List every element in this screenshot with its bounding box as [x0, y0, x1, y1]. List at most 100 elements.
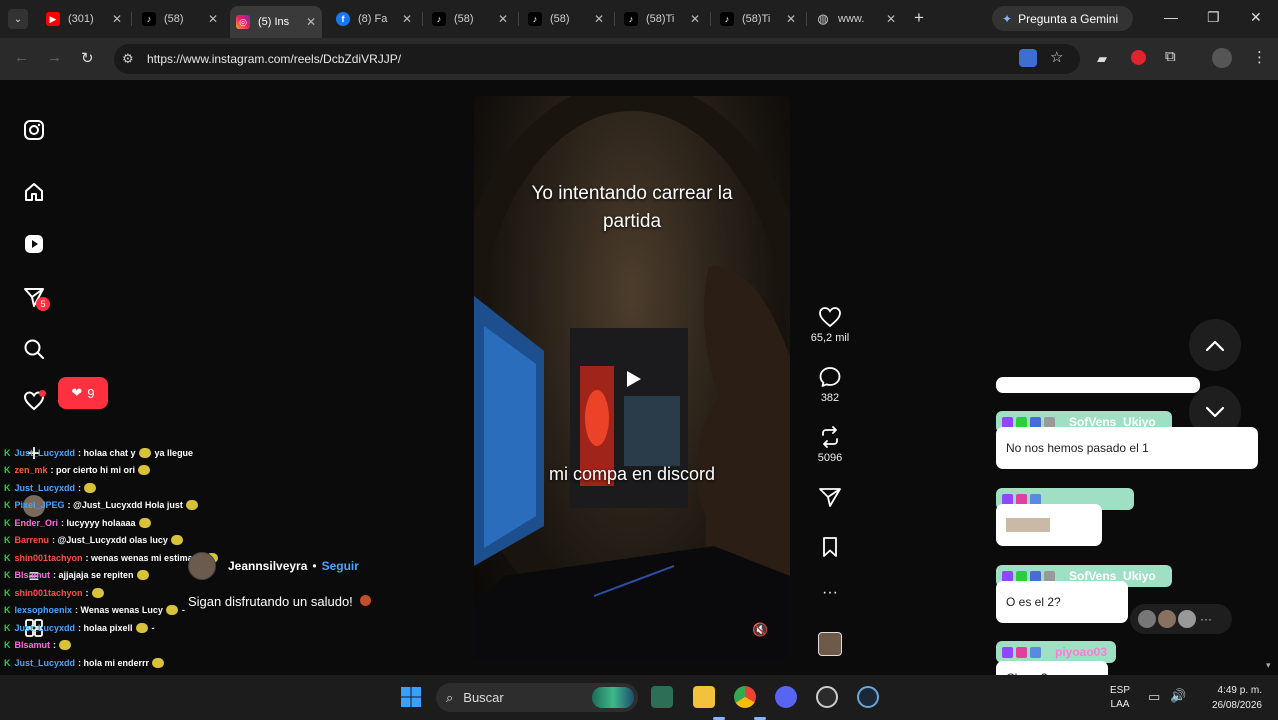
previous-reel-button[interactable]: [1189, 319, 1241, 371]
instagram-logo-icon[interactable]: [22, 118, 46, 142]
tab-tiktok[interactable]: ♪ (58)Ti ✕: [618, 6, 706, 32]
close-icon[interactable]: ✕: [886, 12, 896, 26]
steam-icon[interactable]: [857, 686, 879, 708]
profile-avatar[interactable]: [1212, 48, 1232, 68]
scroll-down-arrow[interactable]: ▾: [1266, 660, 1271, 671]
browser-tab-strip: ⌄ ▶ (301) ✕ ♪ (58) ✕ ◎ (5) Ins ✕ f (8) F…: [0, 0, 1278, 38]
new-tab-button[interactable]: +: [914, 8, 924, 28]
twitch-icon: [1002, 416, 1013, 428]
close-icon[interactable]: ✕: [208, 12, 218, 26]
more-options-icon[interactable]: ···: [810, 584, 850, 602]
volume-icon[interactable]: 🔊: [1170, 688, 1186, 704]
kick-badge-icon: K: [4, 605, 11, 615]
play-icon[interactable]: [622, 368, 644, 390]
emote-icon: [59, 640, 72, 650]
tab-youtube[interactable]: ▶ (301) ✕: [40, 6, 128, 32]
tab-title: (8) Fa: [358, 13, 388, 25]
windows-taskbar: ⌕ Buscar ESP LAA ▭ 🔊 4:49 p. m. 26/08/20…: [0, 675, 1278, 720]
tab-tiktok[interactable]: ♪ (58) ✕: [522, 6, 610, 32]
taskbar-search[interactable]: ⌕ Buscar: [436, 683, 638, 712]
direct-messages-icon[interactable]: 5: [22, 285, 50, 311]
forward-icon[interactable]: →: [47, 49, 62, 66]
language-indicator[interactable]: ESP LAA: [1110, 684, 1130, 712]
close-icon[interactable]: ✕: [498, 12, 508, 26]
network-icon[interactable]: ▭: [1148, 689, 1160, 705]
tab-instagram[interactable]: ◎ (5) Ins ✕: [230, 6, 322, 38]
reload-icon[interactable]: ↻: [81, 49, 94, 67]
reel-caption-top: Yo intentando carrear la partida: [531, 183, 733, 232]
comment-button[interactable]: 382: [810, 366, 850, 404]
start-button[interactable]: [400, 686, 422, 708]
kick-badge-icon: K: [4, 657, 11, 668]
chat-message: : wenas wenas mi estimada: [85, 552, 204, 563]
home-icon[interactable]: [22, 180, 46, 204]
tab-search-button[interactable]: ⌄: [8, 9, 28, 29]
url-text[interactable]: https://www.instagram.com/reels/DcbZdiVR…: [147, 52, 401, 66]
close-icon[interactable]: ✕: [786, 12, 796, 26]
tab-tiktok[interactable]: ♪ (58) ✕: [426, 6, 514, 32]
author-avatar[interactable]: [188, 552, 216, 580]
follow-button[interactable]: Seguir: [322, 559, 359, 573]
tab-tiktok[interactable]: ♪ (58) ✕: [136, 6, 224, 32]
bookmark-star-icon[interactable]: ☆: [1050, 48, 1063, 66]
twitch-icon: [1002, 493, 1013, 505]
chat-message: :: [85, 587, 89, 598]
close-icon[interactable]: ✕: [690, 12, 700, 26]
emote-icon: [135, 622, 148, 633]
likes-notification-pill[interactable]: ❤ 9: [58, 377, 108, 409]
restore-button[interactable]: ❐: [1207, 9, 1220, 26]
back-icon[interactable]: ←: [14, 49, 29, 66]
tab-title: www.: [838, 13, 865, 25]
extension-icon[interactable]: ▰: [1097, 51, 1107, 67]
tab-title: (58): [550, 13, 570, 25]
reel-video[interactable]: Yo intentando carrear la partida mi comp…: [474, 96, 790, 660]
app-icon[interactable]: [651, 686, 673, 708]
minimize-button[interactable]: —: [1164, 9, 1178, 25]
close-window-button[interactable]: ✕: [1250, 9, 1262, 26]
close-icon[interactable]: ✕: [594, 12, 604, 26]
like-button[interactable]: 65,2 mil: [810, 306, 850, 344]
tab-title: (58)Ti: [742, 13, 771, 25]
kick-badge-icon: K: [4, 570, 11, 580]
chat-message-tail: ya llegue: [154, 447, 194, 458]
mute-icon[interactable]: 🔇: [752, 622, 768, 638]
obs-icon[interactable]: [816, 686, 838, 708]
kick-badge-icon: K: [4, 587, 11, 598]
tab-tiktok[interactable]: ♪ (58)Ti ✕: [714, 6, 802, 32]
share-button[interactable]: [810, 486, 850, 512]
badge-icon: [1016, 646, 1027, 658]
close-icon[interactable]: ✕: [402, 12, 412, 26]
chat-username: shin001tachyon: [14, 587, 83, 598]
file-explorer-icon[interactable]: [693, 686, 715, 708]
adblock-icon[interactable]: [1131, 50, 1146, 65]
search-icon[interactable]: [22, 337, 46, 361]
reels-icon[interactable]: [22, 232, 46, 256]
gemini-button[interactable]: ✦ Pregunta a Gemini: [992, 6, 1133, 31]
close-icon[interactable]: ✕: [112, 12, 122, 26]
tab-title: (5) Ins: [258, 16, 290, 28]
puzzle-icon[interactable]: ⧉: [1165, 48, 1176, 65]
close-icon[interactable]: ✕: [306, 15, 316, 29]
tab-web[interactable]: ◍ www. ✕: [810, 6, 902, 32]
tab-divider: [806, 12, 807, 26]
discord-icon[interactable]: [775, 686, 797, 708]
address-bar[interactable]: ⚙ https://www.instagram.com/reels/DcbZdi…: [114, 44, 1080, 74]
chat-line: K Pixel_JPEG: @Just_Lucyxdd Hola just: [4, 497, 198, 514]
system-clock[interactable]: 4:49 p. m. 26/08/2026: [1198, 683, 1262, 713]
translate-icon[interactable]: [1019, 49, 1037, 67]
likes-count: 9: [87, 385, 95, 401]
repost-button[interactable]: 5096: [810, 426, 850, 464]
facebook-icon: f: [336, 12, 350, 26]
reel-author: Jeannsilveyra • Seguir: [188, 552, 359, 580]
save-button[interactable]: [810, 536, 850, 562]
chrome-icon[interactable]: [734, 686, 756, 708]
site-info-icon[interactable]: ⚙: [122, 51, 134, 67]
reactions-preview[interactable]: ···: [1130, 604, 1232, 634]
emote-icon: [138, 465, 151, 475]
author-username[interactable]: Jeannsilveyra: [228, 559, 307, 573]
tab-facebook[interactable]: f (8) Fa ✕: [330, 6, 418, 32]
menu-icon[interactable]: ⋮: [1252, 48, 1267, 66]
emote-icon: [152, 657, 165, 668]
heart-icon[interactable]: [22, 389, 46, 413]
audio-thumbnail[interactable]: [810, 632, 850, 656]
